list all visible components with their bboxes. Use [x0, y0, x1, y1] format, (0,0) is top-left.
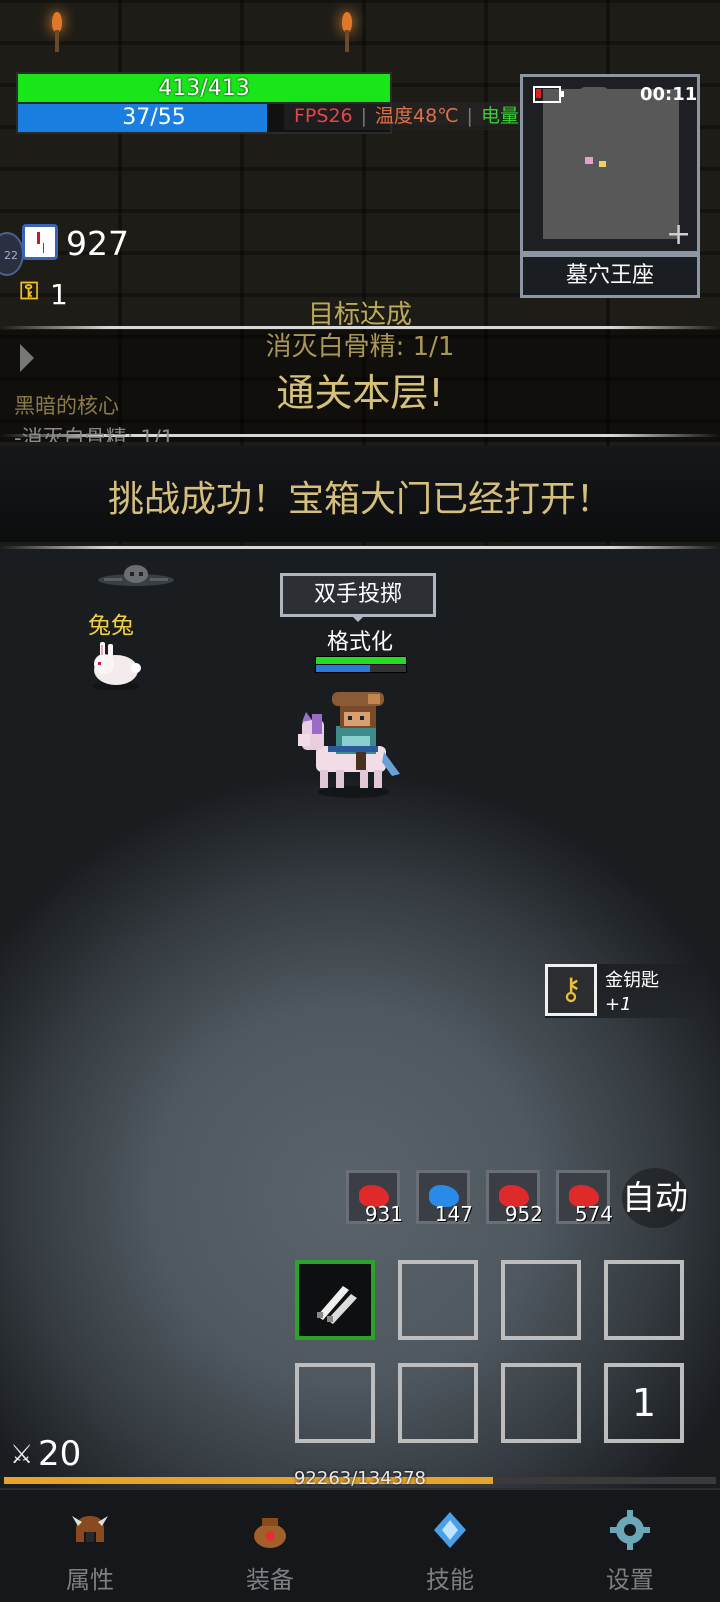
- pet-marker: [585, 157, 593, 164]
- clock-icon: [22, 224, 58, 260]
- skill-slot-6[interactable]: [398, 1363, 478, 1443]
- nav-skills[interactable]: 技能: [360, 1490, 540, 1602]
- hp-bar: 413/413: [16, 72, 392, 106]
- player-mp-bar: [315, 664, 407, 673]
- skill-slot-4[interactable]: [604, 1260, 684, 1340]
- xp-text: 92263/134378: [293, 1468, 427, 1489]
- potion-count: 931: [364, 1202, 403, 1226]
- skill-slot-2[interactable]: [398, 1260, 478, 1340]
- goal-detail: 消灭白骨精: 1/1: [265, 332, 455, 362]
- skill-slot-1[interactable]: [295, 1260, 375, 1340]
- minimap-room: [543, 89, 679, 239]
- bottom-nav: 属性 装备 技能 设置: [0, 1488, 720, 1602]
- nav-label: 技能: [426, 1566, 474, 1594]
- skill-slot-5[interactable]: [295, 1363, 375, 1443]
- gear-icon: [610, 1510, 650, 1550]
- divider: [0, 546, 720, 549]
- player-marker: [599, 161, 606, 167]
- battery-icon: [533, 86, 564, 103]
- pet-name: 兔兔: [88, 613, 134, 639]
- potion-count: 147: [434, 1202, 473, 1226]
- time-count: 927: [66, 224, 129, 263]
- nav-equipment[interactable]: 装备: [180, 1490, 360, 1602]
- clock-text: 00:11: [640, 84, 698, 105]
- auto-button[interactable]: 自动: [622, 1168, 688, 1228]
- potion-slot[interactable]: 147: [416, 1170, 473, 1226]
- bag-icon: [254, 1518, 286, 1548]
- helmet-icon: [72, 1516, 108, 1542]
- skull-remains-icon: [98, 565, 174, 586]
- potion-slot[interactable]: 574: [556, 1170, 613, 1226]
- rabbit-pet-icon[interactable]: [88, 638, 144, 690]
- level-sword-icon: ⚔: [10, 1440, 34, 1470]
- nav-label: 装备: [246, 1566, 294, 1594]
- location-label: 墓穴王座: [520, 254, 700, 298]
- nav-settings[interactable]: 设置: [540, 1490, 720, 1602]
- player-on-unicorn-sprite[interactable]: [298, 690, 406, 800]
- skill-name-popup: 双手投掷: [280, 573, 436, 617]
- throw-blades-icon: [317, 1286, 357, 1324]
- player-name: 格式化: [326, 630, 393, 655]
- skill-slot-3[interactable]: [501, 1260, 581, 1340]
- challenge-message: 挑战成功！宝箱大门已经打开！: [107, 479, 612, 520]
- side-quest-detail: -消灭白骨精: 1/1: [14, 426, 175, 442]
- potion-count: 574: [574, 1202, 613, 1226]
- zoom-plus-icon[interactable]: +: [666, 220, 691, 250]
- hp-text: 413/413: [158, 76, 250, 101]
- potion-slot[interactable]: 931: [346, 1170, 403, 1226]
- skill-slot-8[interactable]: 1: [604, 1363, 684, 1443]
- torch-icon: [50, 12, 64, 52]
- side-quest-title: 黑暗的核心: [14, 394, 119, 418]
- nav-label: 属性: [66, 1566, 114, 1594]
- potion-slot[interactable]: 952: [486, 1170, 543, 1226]
- nav-attributes[interactable]: 属性: [0, 1490, 180, 1602]
- potion-count: 952: [504, 1202, 543, 1226]
- torch-icon: [340, 12, 354, 52]
- loot-item-name: 金钥匙: [605, 970, 659, 991]
- skill-slot-7[interactable]: [501, 1363, 581, 1443]
- crystal-icon: [434, 1512, 466, 1548]
- gold-key-icon: ⚷: [545, 964, 597, 1016]
- nav-label: 设置: [606, 1566, 654, 1594]
- loot-amount: +1: [605, 994, 632, 1015]
- temperature-text: 温度48℃: [375, 105, 459, 127]
- fps-text: FPS26: [294, 105, 353, 127]
